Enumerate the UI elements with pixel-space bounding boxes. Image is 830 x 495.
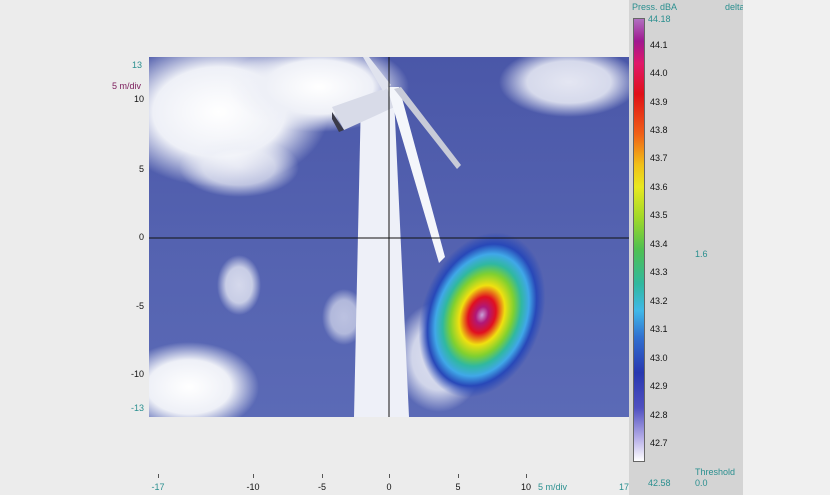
colorbar-label: 43.6 — [650, 182, 668, 192]
colorbar-label: 44.1 — [650, 40, 668, 50]
colorbar-label: 43.1 — [650, 324, 668, 334]
y-axis-unit: 5 m/div — [112, 81, 142, 91]
colorbar-label: 42.9 — [650, 381, 668, 391]
x-axis-max-label: 17 — [618, 482, 630, 492]
delta-value: 1.6 — [695, 249, 708, 259]
colorbar-delta-label: delta — [725, 2, 745, 12]
y-axis-max-label: 13 — [131, 60, 142, 70]
threshold-value: 0.0 — [695, 478, 708, 488]
colorbar-label: 42.7 — [650, 438, 668, 448]
colorbar-label: 42.8 — [650, 410, 668, 420]
y-axis-label: -10 — [130, 369, 144, 379]
y-axis-label: 0 — [138, 232, 144, 242]
colorbar-label: 43.7 — [650, 153, 668, 163]
y-axis-label: -5 — [135, 301, 144, 311]
threshold-readout: Threshold 0.0 — [695, 467, 735, 489]
colorbar-panel: Press. dBA delta 44.18 44.1 44.0 43.9 43… — [629, 0, 745, 495]
right-margin — [743, 0, 830, 495]
x-axis-label: -10 — [246, 482, 260, 492]
x-axis-unit: 5 m/div — [538, 482, 568, 492]
colorbar-label: 43.5 — [650, 210, 668, 220]
colorbar-title: Press. dBA — [632, 2, 678, 12]
colorbar-label: 43.3 — [650, 267, 668, 277]
colorbar-scale[interactable] — [633, 18, 645, 462]
x-axis-min-label: -17 — [151, 482, 165, 492]
acoustic-camera-view[interactable] — [149, 57, 629, 417]
x-axis-label: -5 — [317, 482, 327, 492]
sky-image — [149, 57, 629, 417]
colorbar-label: 44.0 — [650, 68, 668, 78]
threshold-label: Threshold — [695, 467, 736, 477]
x-axis-label: 5 — [455, 482, 461, 492]
colorbar-label: 43.2 — [650, 296, 668, 306]
colorbar-min: 42.58 — [648, 478, 671, 488]
colorbar-max: 44.18 — [648, 14, 671, 24]
colorbar-label: 43.8 — [650, 125, 668, 135]
colorbar-label: 43.0 — [650, 353, 668, 363]
x-axis-label: 10 — [520, 482, 532, 492]
x-axis-label: 0 — [386, 482, 392, 492]
y-axis-label: 10 — [133, 94, 144, 104]
colorbar-label: 43.4 — [650, 239, 668, 249]
y-axis-min-label: -13 — [130, 403, 144, 413]
y-axis-label: 5 — [138, 164, 144, 174]
colorbar-label: 43.9 — [650, 97, 668, 107]
